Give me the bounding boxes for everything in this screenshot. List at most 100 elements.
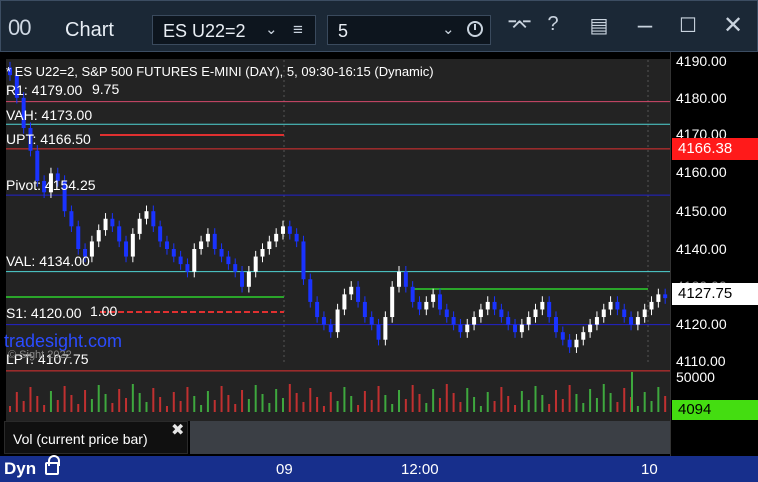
volume-bar: [398, 390, 401, 412]
candle-body: [185, 264, 190, 272]
add-tab-icon[interactable]: ⌤: [507, 13, 532, 43]
volume-bar: [357, 405, 360, 412]
lock-icon[interactable]: [45, 455, 60, 475]
candle-body: [96, 230, 101, 242]
chevron-down-icon[interactable]: ⌄: [265, 20, 278, 38]
volume-bar: [118, 389, 121, 412]
volume-badge: 4094: [672, 400, 758, 420]
candle-body: [629, 317, 634, 325]
volume-bar: [343, 387, 346, 412]
candle-body: [315, 301, 320, 318]
candle-body: [540, 301, 545, 310]
candle-body: [444, 309, 449, 318]
candle-body: [89, 241, 94, 257]
time-axis[interactable]: Dyn 09 12:00 10: [0, 455, 758, 482]
print-icon[interactable]: ▤: [585, 13, 613, 43]
price-tick: 4120.00: [676, 316, 727, 332]
symbol-text: ES U22=2: [163, 21, 246, 41]
candle-body: [246, 271, 251, 287]
volume-bar: [288, 384, 291, 412]
volume-bar: [514, 405, 517, 412]
volume-bar: [172, 392, 175, 412]
time-label: 10: [641, 461, 658, 478]
volume-bar: [227, 395, 230, 412]
candle-body: [349, 286, 354, 295]
candle-body: [69, 211, 74, 227]
volume-bar: [329, 392, 332, 412]
volume-bar: [70, 395, 73, 412]
dynamic-mode-label[interactable]: Dyn: [4, 459, 36, 479]
title-bar: 00 Chart ES U22=2 ⌄ ≡ 5 ⌄ ⌤ ? ▤ – ☐ ✕: [0, 0, 758, 52]
volume-bar: [425, 403, 428, 412]
interval-selector[interactable]: 5 ⌄: [327, 15, 491, 45]
candle-body: [567, 339, 572, 348]
candle-body: [615, 301, 620, 310]
level-label-pivot: Pivot: 4154.25: [6, 177, 96, 193]
volume-bar: [391, 404, 394, 412]
symbol-selector[interactable]: ES U22=2 ⌄ ≡: [152, 15, 316, 45]
volume-bar: [254, 385, 257, 412]
close-icon[interactable]: ✕: [719, 11, 747, 41]
candle-body: [478, 309, 483, 318]
candle-body: [226, 256, 231, 265]
volume-tooltip: Vol (current price bar) ✖: [4, 421, 188, 454]
volume-bar: [575, 394, 578, 412]
app-icon[interactable]: 00: [8, 15, 32, 41]
candle-body: [588, 324, 593, 333]
help-icon[interactable]: ?: [541, 13, 565, 43]
volume-bar: [29, 387, 32, 412]
volume-bar: [404, 399, 407, 412]
price-chart[interactable]: * ES U22=2, S&P 500 FUTURES E-MINI (DAY)…: [0, 52, 758, 456]
time-label: 12:00: [401, 461, 439, 478]
volume-bar: [22, 401, 25, 412]
close-icon[interactable]: ✖: [171, 420, 184, 440]
volume-bar: [643, 392, 646, 412]
volume-bar: [473, 397, 476, 412]
candle-body: [199, 241, 204, 249]
minimize-icon[interactable]: –: [633, 9, 657, 39]
candle-body: [321, 317, 326, 325]
volume-bar: [125, 398, 128, 412]
volume-bar: [138, 393, 141, 412]
volume-bar: [377, 386, 380, 412]
volume-bar: [43, 405, 46, 412]
volume-bar: [650, 401, 653, 412]
candle-body: [601, 309, 606, 318]
volume-bar: [302, 402, 305, 412]
volume-bar: [582, 403, 585, 412]
chart-canvas: [6, 60, 670, 412]
price-tick: 4140.00: [676, 241, 727, 257]
candle-body: [178, 256, 183, 265]
candle-body: [506, 317, 511, 325]
candle-body: [526, 317, 531, 325]
candle-body: [390, 286, 395, 318]
maximize-icon[interactable]: ☐: [675, 13, 701, 43]
volume-bar: [500, 387, 503, 412]
level-label-s1: S1: 4120.00: [6, 305, 82, 321]
volume-bar: [595, 398, 598, 412]
candle-body: [417, 301, 422, 310]
candle-body: [608, 301, 613, 310]
volume-bar: [568, 385, 571, 412]
clock-icon[interactable]: [467, 21, 483, 37]
candle-body: [267, 241, 272, 249]
candle-body: [581, 332, 586, 340]
volume-bar: [602, 384, 605, 412]
interval-text: 5: [338, 21, 349, 41]
volume-bar: [193, 396, 196, 412]
candle-body: [451, 317, 456, 325]
volume-bar: [9, 406, 11, 412]
candle-body: [499, 309, 504, 318]
candle-body: [158, 226, 163, 242]
volume-bar: [411, 385, 414, 412]
volume-bar: [589, 389, 592, 412]
candle-body: [383, 317, 388, 340]
candle-body: [485, 301, 490, 310]
volume-bar: [520, 391, 523, 412]
chevron-down-icon[interactable]: ⌄: [442, 20, 455, 38]
volume-bar: [15, 392, 18, 412]
volume-bar: [452, 393, 455, 412]
volume-bar: [49, 391, 52, 412]
candle-body: [103, 218, 108, 231]
menu-icon[interactable]: ≡: [293, 20, 303, 40]
